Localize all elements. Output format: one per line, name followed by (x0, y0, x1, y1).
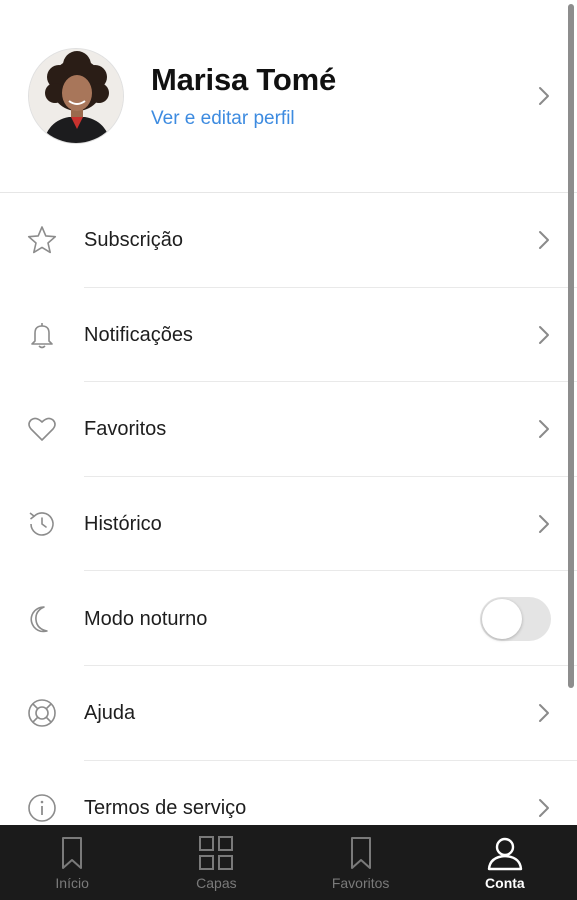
menu-item-history[interactable]: Histórico (0, 477, 577, 572)
menu-item-favorites[interactable]: Favoritos (0, 382, 577, 477)
chevron-right-icon (538, 703, 550, 723)
chevron-right-icon (538, 514, 550, 534)
menu-item-label: Histórico (84, 513, 162, 536)
chevron-right-icon (538, 230, 550, 250)
bell-icon (26, 319, 58, 351)
user-icon (485, 833, 525, 873)
chevron-right-icon (538, 419, 550, 439)
menu-item-label: Termos de serviço (84, 796, 247, 819)
chevron-right-icon (538, 798, 550, 818)
menu-item-label: Ajuda (84, 702, 136, 725)
lifebuoy-icon (26, 697, 58, 729)
chevron-right-icon[interactable] (538, 86, 550, 106)
menu-item-subscription[interactable]: Subscrição (0, 193, 577, 288)
nav-label: Capas (196, 875, 237, 891)
nav-label: Conta (485, 875, 525, 891)
grid-icon (196, 833, 236, 873)
nav-item-covers[interactable]: Capas (144, 825, 288, 900)
menu-item-label: Notificações (84, 323, 193, 346)
menu-item-help[interactable]: Ajuda (0, 666, 577, 761)
nav-label: Favoritos (331, 875, 390, 891)
scrollbar[interactable] (568, 4, 574, 688)
moon-icon (26, 603, 58, 635)
menu-item-night-mode: Modo noturno (0, 571, 577, 666)
nav-item-account[interactable]: Conta (433, 825, 577, 900)
chevron-right-icon (538, 325, 550, 345)
profile-header[interactable]: Marisa Tomé Ver e editar perfil (0, 0, 577, 193)
bookmark-icon (341, 833, 381, 873)
profile-name: Marisa Tomé (151, 62, 337, 97)
account-screen: Marisa Tomé Ver e editar perfil Subscriç… (0, 0, 577, 900)
menu-item-notifications[interactable]: Notificações (0, 288, 577, 383)
bookmark-icon (52, 833, 92, 873)
star-icon (26, 224, 58, 256)
menu-item-label: Subscrição (84, 229, 183, 252)
bottom-nav: Início Capas Favoritos Conta (0, 825, 577, 900)
nav-label: Início (55, 875, 89, 891)
heart-icon (26, 413, 58, 445)
avatar[interactable] (28, 48, 124, 144)
menu-item-label: Modo noturno (84, 607, 208, 630)
night-mode-toggle[interactable] (480, 596, 551, 641)
nav-item-favorites[interactable]: Favoritos (289, 825, 433, 900)
menu-item-label: Favoritos (84, 418, 167, 441)
edit-profile-link[interactable]: Ver e editar perfil (151, 108, 295, 130)
nav-item-home[interactable]: Início (0, 825, 144, 900)
history-icon (26, 508, 58, 540)
info-icon (26, 792, 58, 824)
account-menu: Subscrição Notificações Favoritos Histór… (0, 193, 577, 855)
toggle-knob (482, 598, 522, 639)
